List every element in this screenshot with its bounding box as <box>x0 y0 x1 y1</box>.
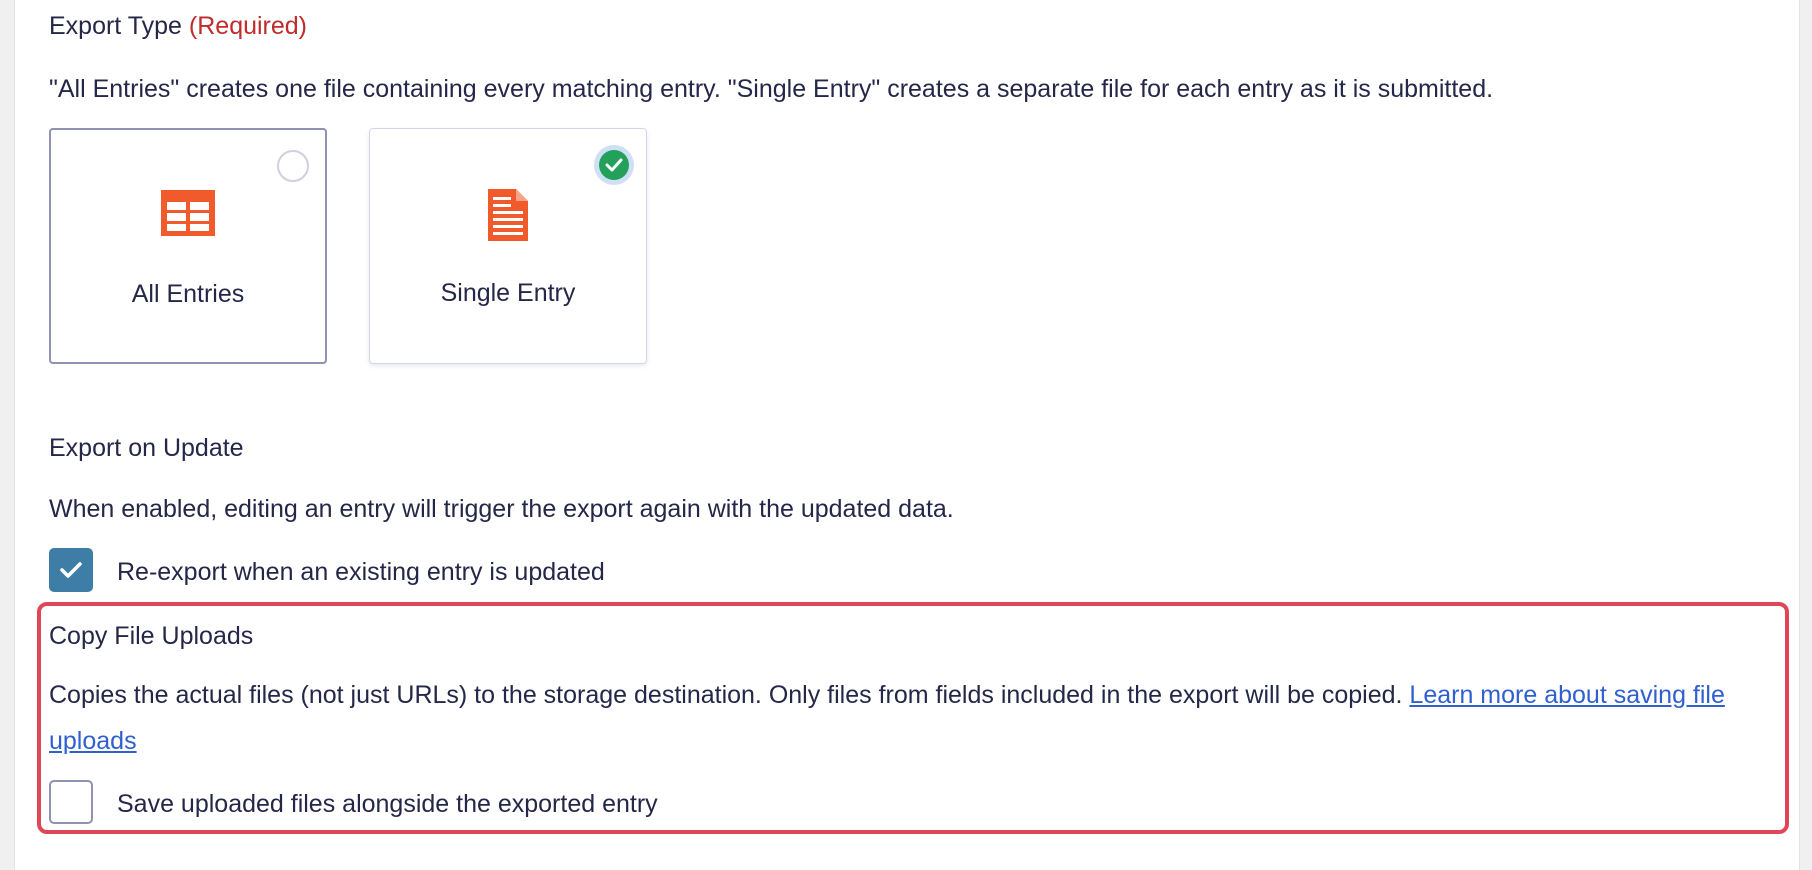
export-type-label: Export Type <box>49 12 182 40</box>
reexport-checkbox[interactable] <box>49 548 93 592</box>
export-on-update-label: Export on Update <box>49 434 244 462</box>
table-icon <box>161 190 215 241</box>
export-on-update-description: When enabled, editing an entry will trig… <box>49 495 954 523</box>
copy-file-uploads-text: Copies the actual files (not just URLs) … <box>49 681 1403 709</box>
option-card-all-entries[interactable]: All Entries <box>49 128 327 364</box>
save-uploads-checkbox[interactable] <box>49 780 93 824</box>
checkmark-icon <box>599 150 629 180</box>
option-label-single-entry: Single Entry <box>440 279 576 307</box>
reexport-checkbox-label[interactable]: Re-export when an existing entry is upda… <box>117 558 605 587</box>
document-icon <box>488 189 528 246</box>
required-indicator: (Required) <box>188 12 308 40</box>
radio-unselected[interactable] <box>277 150 309 182</box>
checkmark-icon <box>60 562 82 578</box>
copy-file-uploads-description: Copies the actual files (not just URLs) … <box>49 672 1777 764</box>
copy-file-uploads-label: Copy File Uploads <box>49 622 254 650</box>
export-type-heading: Export Type (Required) <box>49 12 307 41</box>
export-type-description: "All Entries" creates one file containin… <box>49 75 1494 103</box>
option-card-single-entry[interactable]: Single Entry <box>369 128 647 364</box>
radio-selected[interactable] <box>594 145 634 185</box>
settings-panel: Export Type (Required) "All Entries" cre… <box>14 0 1800 870</box>
option-label-all-entries: All Entries <box>131 280 245 308</box>
save-uploads-checkbox-label[interactable]: Save uploaded files alongside the export… <box>117 790 658 819</box>
